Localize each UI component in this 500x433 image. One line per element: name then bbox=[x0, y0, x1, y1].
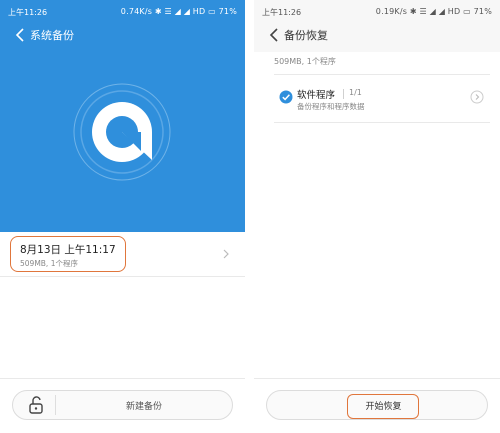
backup-date: 8月13日 上午11:17 bbox=[20, 244, 116, 256]
title-bar: 备份恢复 bbox=[254, 22, 500, 48]
new-backup-button[interactable]: 新建备份 bbox=[12, 390, 233, 420]
start-restore-button[interactable]: 开始恢复 bbox=[266, 390, 488, 420]
status-time: 上午11:26 bbox=[8, 8, 48, 17]
unlock-icon[interactable] bbox=[27, 395, 45, 415]
start-restore-label: 开始恢复 bbox=[365, 402, 402, 412]
divider bbox=[254, 378, 500, 379]
backup-size: 509MB, 1个程序 bbox=[20, 259, 78, 268]
divider bbox=[274, 74, 490, 75]
status-indicators: 0.19K/s ✱ ☰ ◢ ◢ HD ▭ 71% bbox=[375, 7, 492, 16]
app-item-count: 1/1 bbox=[349, 88, 362, 97]
divider bbox=[343, 89, 344, 99]
app-item-title: 软件程序 bbox=[297, 90, 336, 101]
divider bbox=[0, 378, 245, 379]
backup-logo-icon bbox=[73, 83, 171, 181]
status-bar: 上午11:26 0.74K/s ✱ ☰ ◢ ◢ HD ▭ 71% bbox=[0, 0, 245, 22]
page-title: 系统备份 bbox=[30, 29, 74, 42]
title-bar: 系统备份 bbox=[0, 22, 245, 48]
screen-divider bbox=[245, 0, 254, 433]
page-title: 备份恢复 bbox=[284, 29, 328, 42]
app-item-description: 备份程序和程序数据 bbox=[297, 102, 365, 111]
backup-record-item[interactable]: 8月13日 上午11:17 509MB, 1个程序 bbox=[10, 236, 245, 272]
status-time: 上午11:26 bbox=[262, 8, 302, 17]
checkbox-checked-icon[interactable] bbox=[279, 90, 293, 104]
status-indicators: 0.74K/s ✱ ☰ ◢ ◢ HD ▭ 71% bbox=[120, 7, 237, 16]
divider bbox=[274, 122, 490, 123]
new-backup-label: 新建备份 bbox=[125, 402, 162, 412]
restore-screen: 上午11:26 0.19K/s ✱ ☰ ◢ ◢ HD ▭ 71% 备份恢复 50… bbox=[254, 0, 500, 433]
chevron-right-icon bbox=[223, 249, 229, 259]
app-restore-item[interactable]: 软件程序 1/1 备份程序和程序数据 bbox=[274, 82, 490, 122]
back-arrow-icon[interactable] bbox=[12, 26, 30, 44]
divider bbox=[0, 276, 245, 277]
back-arrow-icon[interactable] bbox=[266, 26, 284, 44]
backup-header: 上午11:26 0.74K/s ✱ ☰ ◢ ◢ HD ▭ 71% 系统备份 bbox=[0, 0, 245, 232]
chevron-right-circle-icon[interactable] bbox=[470, 90, 484, 104]
backup-screen: 上午11:26 0.74K/s ✱ ☰ ◢ ◢ HD ▭ 71% 系统备份 8月… bbox=[0, 0, 245, 433]
status-bar: 上午11:26 0.19K/s ✱ ☰ ◢ ◢ HD ▭ 71% bbox=[254, 0, 500, 22]
backup-size: 509MB, 1个程序 bbox=[274, 57, 336, 66]
